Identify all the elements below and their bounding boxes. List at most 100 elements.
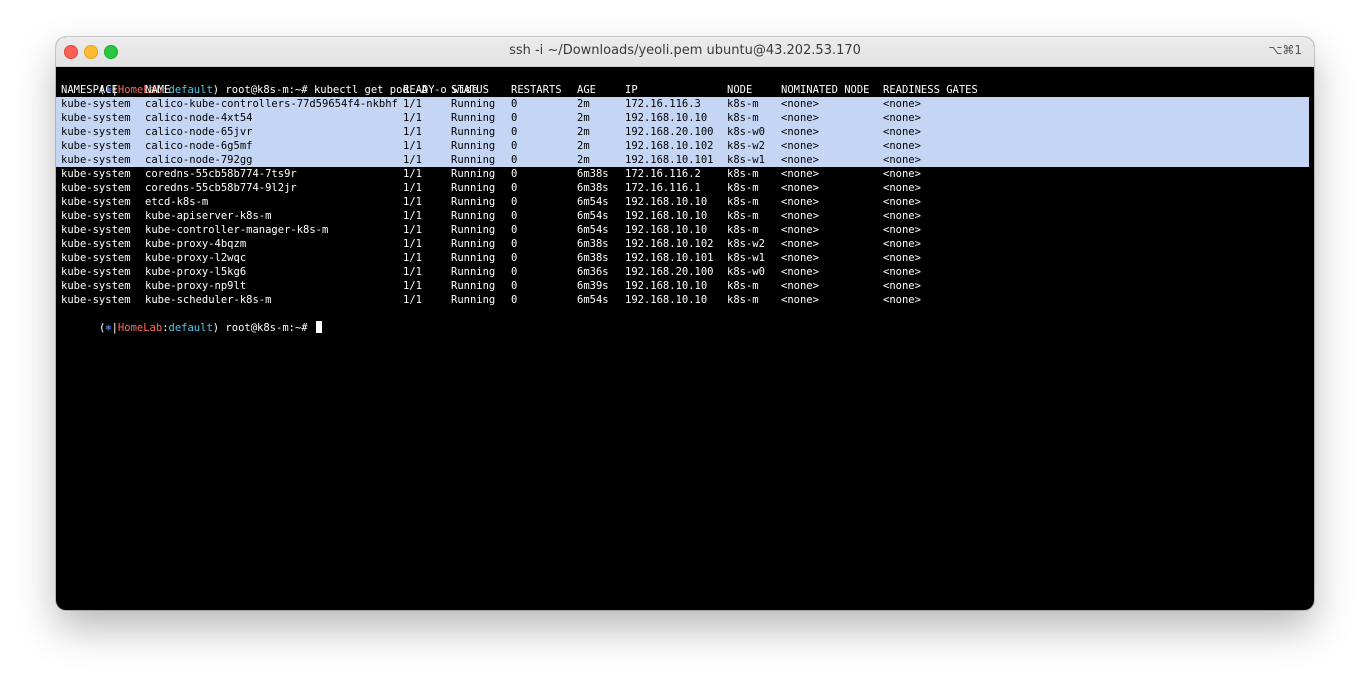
table-row[interactable]: kube-system calico-kube-controllers-77d59… [56, 97, 1309, 111]
cell-ready: 1/1 [403, 196, 422, 208]
cell-restarts: 0 [511, 196, 518, 208]
cell-age: 6m38s [577, 238, 609, 250]
cell-readiness-gates: <none> [883, 182, 921, 194]
cell-readiness-gates: <none> [883, 112, 921, 124]
cell-restarts: 0 [511, 140, 518, 152]
cell-ready: 1/1 [403, 294, 422, 306]
cell-restarts: 0 [511, 154, 518, 166]
cell-ready: 1/1 [403, 210, 422, 222]
cell-nominated-node: <none> [781, 112, 819, 124]
table-row[interactable]: kube-system calico-node-792gg 1/1 Running 0 2… [56, 153, 1309, 167]
table-row[interactable]: kube-system coredns-55cb58b774-7ts9r 1/1 Ru… [61, 167, 1314, 181]
table-row[interactable]: kube-system kube-proxy-np9lt 1/1 Running 0 6m… [61, 279, 1314, 293]
header-readiness-gates: READINESS GATES [883, 84, 978, 96]
cell-ready: 1/1 [403, 280, 422, 292]
table-row[interactable]: kube-system etcd-k8s-m 1/1 Running 0 6m54s 192… [61, 195, 1314, 209]
cell-name: kube-apiserver-k8s-m [145, 210, 272, 222]
cell-age: 6m38s [577, 252, 609, 264]
cell-status: Running [451, 196, 496, 208]
table-row[interactable]: kube-system kube-controller-manager-k8s-m… [61, 223, 1314, 237]
cell-node: k8s-m [727, 210, 759, 222]
table-row[interactable]: kube-system kube-proxy-l2wqc 1/1 Running 0 6m… [61, 251, 1314, 265]
table-row[interactable]: kube-system kube-scheduler-k8s-m 1/1 Runnin… [61, 293, 1314, 307]
cell-nominated-node: <none> [781, 280, 819, 292]
cell-status: Running [451, 294, 496, 306]
cell-age: 2m [577, 98, 590, 110]
cell-age: 2m [577, 154, 590, 166]
cell-name: kube-scheduler-k8s-m [145, 294, 272, 306]
cell-ready: 1/1 [403, 168, 422, 180]
cell-restarts: 0 [511, 266, 518, 278]
header-age: AGE [577, 84, 596, 96]
cell-node: k8s-m [727, 98, 759, 110]
prompt-line-current[interactable]: (⎈|HomeLab:default) root@k8s-m:~# [61, 307, 1314, 334]
cell-name: calico-node-6g5mf [145, 140, 253, 152]
table-row[interactable]: kube-system kube-proxy-l5kg6 1/1 Running 0 6m… [61, 265, 1314, 279]
table-row[interactable]: kube-system kube-proxy-4bqzm 1/1 Running 0 6m… [61, 237, 1314, 251]
cell-namespace: kube-system [61, 98, 131, 110]
terminal-window: ssh -i ~/Downloads/yeoli.pem ubuntu@43.2… [56, 37, 1314, 610]
cell-nominated-node: <none> [781, 238, 819, 250]
cell-ip: 192.168.10.101 [625, 252, 714, 264]
cell-name: kube-proxy-np9lt [145, 280, 247, 292]
cell-name: calico-node-65jvr [145, 126, 253, 138]
cell-ready: 1/1 [403, 98, 422, 110]
window-shortcut: ⌥⌘1 [1268, 43, 1302, 57]
cell-age: 6m54s [577, 224, 609, 236]
cell-age: 6m38s [577, 182, 609, 194]
header-ip: IP [625, 84, 638, 96]
cell-node: k8s-w0 [727, 266, 765, 278]
cell-ip: 172.16.116.3 [625, 98, 701, 110]
cell-namespace: kube-system [61, 210, 131, 222]
cell-age: 2m [577, 140, 590, 152]
cell-ip: 192.168.10.102 [625, 238, 714, 250]
cell-restarts: 0 [511, 112, 518, 124]
cell-nominated-node: <none> [781, 294, 819, 306]
cell-node: k8s-w1 [727, 154, 765, 166]
cell-ip: 172.16.116.2 [625, 168, 701, 180]
prompt-namespace: default [168, 322, 213, 334]
cell-nominated-node: <none> [781, 98, 819, 110]
cell-ip: 192.168.10.10 [625, 280, 708, 292]
cell-name: kube-proxy-l2wqc [145, 252, 247, 264]
table-row[interactable]: kube-system calico-node-65jvr 1/1 Running 0 2… [56, 125, 1309, 139]
cell-namespace: kube-system [61, 252, 131, 264]
cell-readiness-gates: <none> [883, 126, 921, 138]
cell-ready: 1/1 [403, 238, 422, 250]
table-row[interactable]: kube-system calico-node-4xt54 1/1 Running 0 2… [56, 111, 1309, 125]
cell-restarts: 0 [511, 294, 518, 306]
title-bar[interactable]: ssh -i ~/Downloads/yeoli.pem ubuntu@43.2… [56, 37, 1314, 67]
cell-name: calico-node-792gg [145, 154, 253, 166]
cell-age: 2m [577, 126, 590, 138]
cell-readiness-gates: <none> [883, 98, 921, 110]
cell-ip: 192.168.20.100 [625, 126, 714, 138]
cell-namespace: kube-system [61, 154, 131, 166]
table-row[interactable]: kube-system coredns-55cb58b774-9l2jr 1/1 Ru… [61, 181, 1314, 195]
cell-nominated-node: <none> [781, 182, 819, 194]
cell-namespace: kube-system [61, 112, 131, 124]
cell-restarts: 0 [511, 98, 518, 110]
cell-ready: 1/1 [403, 126, 422, 138]
table-row[interactable]: kube-system calico-node-6g5mf 1/1 Running 0 2… [56, 139, 1309, 153]
cell-age: 6m38s [577, 168, 609, 180]
cell-restarts: 0 [511, 182, 518, 194]
cell-node: k8s-m [727, 294, 759, 306]
cell-restarts: 0 [511, 252, 518, 264]
terminal-output[interactable]: (⎈|HomeLab:default) root@k8s-m:~# kubect… [56, 67, 1314, 610]
cell-status: Running [451, 210, 496, 222]
cell-readiness-gates: <none> [883, 266, 921, 278]
cell-age: 6m36s [577, 266, 609, 278]
cell-age: 2m [577, 112, 590, 124]
cell-ready: 1/1 [403, 224, 422, 236]
table-row[interactable]: kube-system kube-apiserver-k8s-m 1/1 Runnin… [61, 209, 1314, 223]
cell-status: Running [451, 112, 496, 124]
cell-ready: 1/1 [403, 140, 422, 152]
cell-ip: 192.168.10.10 [625, 196, 708, 208]
cell-age: 6m54s [577, 196, 609, 208]
cell-nominated-node: <none> [781, 252, 819, 264]
cell-namespace: kube-system [61, 266, 131, 278]
cell-restarts: 0 [511, 168, 518, 180]
cell-nominated-node: <none> [781, 126, 819, 138]
cell-status: Running [451, 280, 496, 292]
cell-restarts: 0 [511, 238, 518, 250]
